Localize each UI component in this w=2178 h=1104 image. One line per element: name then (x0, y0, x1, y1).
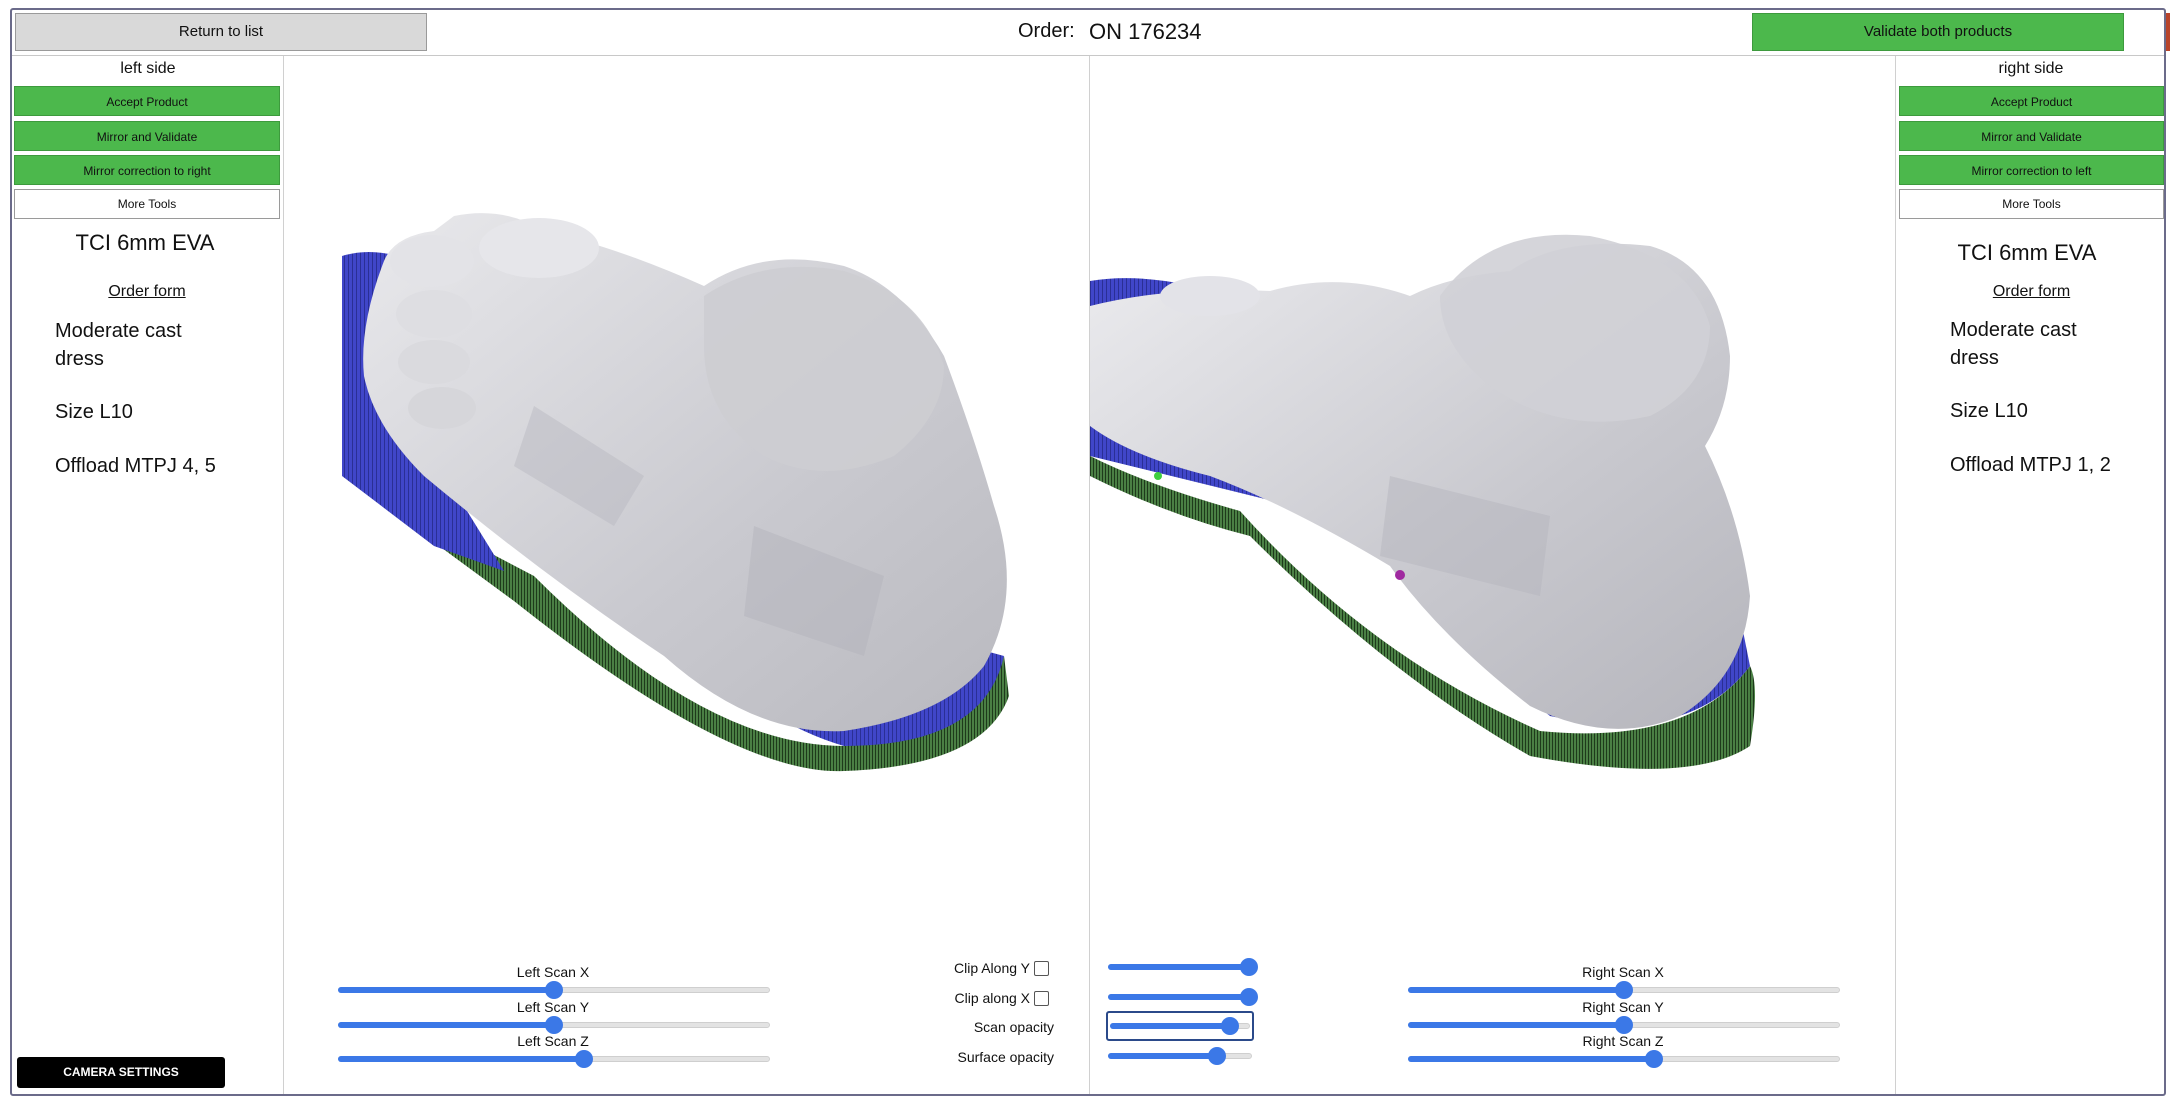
right-product-name: TCI 6mm EVA (1957, 240, 2097, 265)
left-note-size: Size L10 (55, 401, 133, 423)
left-toe-4 (408, 387, 476, 429)
right-marker-green (1154, 472, 1162, 480)
left-foot-scan (363, 213, 1007, 732)
left-scan-y-slider[interactable] (338, 1015, 770, 1035)
left-side-title: left side (120, 60, 176, 77)
right-note-offload: Offload MTPJ 1, 2 (1950, 454, 2111, 476)
right-toe (1160, 276, 1260, 316)
right-order-form-link[interactable]: Order form (1899, 283, 2164, 301)
left-scan-z-label: Left Scan Z (517, 1033, 589, 1049)
order-number: ON 176234 (1089, 19, 1202, 44)
scan-opacity-label: Scan opacity (973, 1019, 1054, 1035)
right-side-title: right side (1998, 60, 2064, 77)
left-scan-y-label: Left Scan Y (516, 999, 590, 1015)
return-to-list-button[interactable]: Return to list (15, 13, 427, 51)
left-mirror-validate-button[interactable]: Mirror and Validate (14, 121, 280, 151)
right-scan-y-label: Right Scan Y (1582, 999, 1664, 1015)
clip-y-checkbox[interactable] (1034, 961, 1049, 976)
left-toe-2 (396, 290, 472, 338)
left-accept-product-button[interactable]: Accept Product (14, 86, 280, 116)
left-toe-3 (398, 340, 470, 384)
left-order-form-link[interactable]: Order form (14, 283, 280, 301)
order-label: Order: (1018, 20, 1075, 42)
right-accept-product-button[interactable]: Accept Product (1899, 86, 2164, 116)
right-mirror-validate-button[interactable]: Mirror and Validate (1899, 121, 2164, 151)
right-note-dress: Moderate cast dress (1950, 319, 2077, 369)
right-mirror-correction-button[interactable]: Mirror correction to left (1899, 155, 2164, 185)
right-scan-x-slider[interactable] (1408, 980, 1840, 1000)
edge-marker (2166, 13, 2170, 51)
right-more-tools-button[interactable]: More Tools (1899, 189, 2164, 219)
right-3d-viewport[interactable] (1090, 56, 1895, 956)
left-note-dress: Moderate cast dress (55, 320, 182, 370)
left-3d-viewport[interactable] (284, 56, 1089, 956)
left-scan-x-label: Left Scan X (516, 964, 590, 980)
left-more-tools-button[interactable]: More Tools (14, 189, 280, 219)
left-toe-1 (390, 235, 474, 287)
right-marker-purple (1395, 570, 1405, 580)
left-note-offload: Offload MTPJ 4, 5 (55, 455, 216, 477)
clip-x-slider[interactable] (1108, 987, 1259, 1007)
camera-settings-button[interactable]: CAMERA SETTINGS (17, 1057, 225, 1088)
clip-y-label: Clip Along Y (953, 960, 1030, 976)
clip-y-slider[interactable] (1108, 957, 1259, 977)
left-product-name: TCI 6mm EVA (75, 230, 215, 255)
left-scan-z-slider[interactable] (338, 1049, 770, 1069)
scan-opacity-slider[interactable] (1110, 1016, 1250, 1036)
left-big-toe (479, 218, 599, 278)
right-scan-y-slider[interactable] (1408, 1015, 1840, 1035)
right-note-size: Size L10 (1950, 400, 2028, 422)
clip-x-checkbox[interactable] (1034, 991, 1049, 1006)
validate-both-button[interactable]: Validate both products (1752, 13, 2124, 51)
surface-opacity-label: Surface opacity (957, 1049, 1055, 1065)
surface-opacity-slider[interactable] (1108, 1046, 1252, 1066)
right-scan-z-label: Right Scan Z (1582, 1033, 1664, 1049)
clip-x-label: Clip along X (954, 990, 1031, 1006)
left-scan-x-slider[interactable] (338, 980, 770, 1000)
right-panel-divider (1895, 56, 1896, 1094)
right-scan-x-label: Right Scan X (1582, 964, 1664, 980)
left-mirror-correction-button[interactable]: Mirror correction to right (14, 155, 280, 185)
right-scan-z-slider[interactable] (1408, 1049, 1840, 1069)
